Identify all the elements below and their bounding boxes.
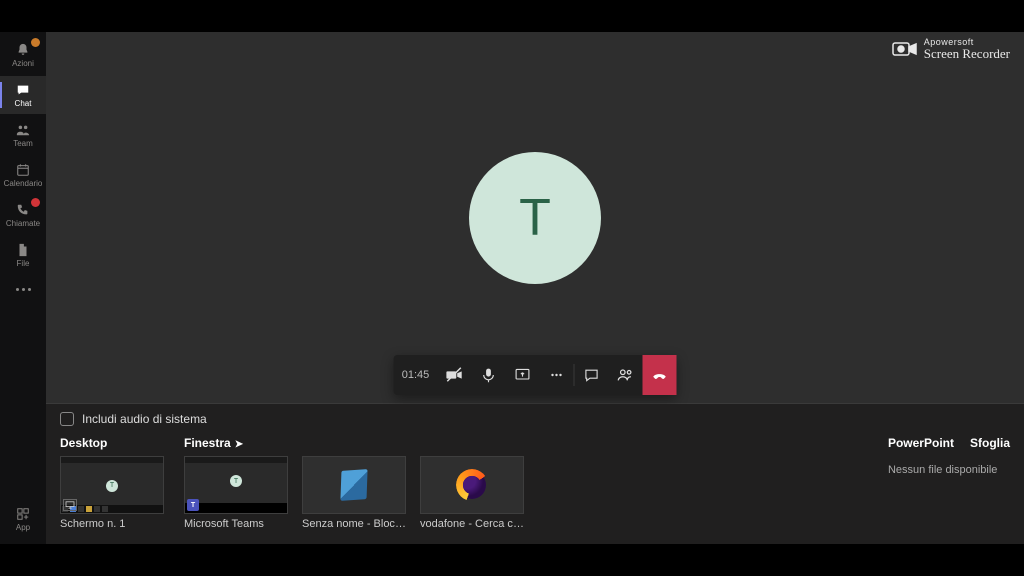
notification-badge — [31, 198, 40, 207]
checkbox-label: Includi audio di sistema — [82, 412, 207, 426]
avatar-initial: T — [519, 188, 551, 248]
nav-file[interactable]: File — [0, 236, 46, 274]
file-icon — [15, 242, 31, 258]
video-stage: T 01:45 — [46, 32, 1024, 404]
thumb-label: Microsoft Teams — [184, 518, 288, 530]
nav-app[interactable]: App — [0, 500, 46, 538]
nav-more[interactable] — [0, 276, 46, 303]
section-header-finestra: Finestra➤ — [184, 436, 524, 450]
finestra-section: Finestra➤ T T M — [184, 436, 524, 530]
thumb-label: Schermo n. 1 — [60, 518, 164, 530]
nav-chiamate[interactable]: Chiamate — [0, 196, 46, 234]
participants-button[interactable] — [609, 355, 643, 395]
chat-icon — [15, 82, 31, 98]
nav-label: Team — [13, 140, 33, 148]
teams-app: Azioni Chat Team Calendario Chiam — [0, 32, 1024, 544]
nav-calendario[interactable]: Calendario — [0, 156, 46, 194]
share-window-firefox[interactable]: vodafone - Cerca con Go… — [420, 456, 524, 530]
share-window-notepad[interactable]: Senza nome - Blocco not… — [302, 456, 406, 530]
phone-icon — [15, 202, 31, 218]
thumb-label: vodafone - Cerca con Go… — [420, 518, 524, 530]
nav-label: Calendario — [4, 180, 43, 188]
cursor-icon: ➤ — [235, 439, 243, 450]
include-system-audio-checkbox[interactable]: Includi audio di sistema — [60, 412, 1010, 426]
firefox-icon — [458, 471, 486, 499]
no-file-message: Nessun file disponibile — [888, 464, 1010, 476]
participant-avatar: T — [469, 152, 601, 284]
section-header-powerpoint: PowerPoint — [888, 436, 954, 450]
nav-label: Chat — [15, 100, 32, 108]
call-timer: 01:45 — [394, 355, 438, 395]
teams-icon: T — [187, 499, 199, 511]
chat-panel-button[interactable] — [575, 355, 609, 395]
nav-azioni[interactable]: Azioni — [0, 36, 46, 74]
desktop-section: Desktop T — [60, 436, 164, 530]
share-screen-button[interactable] — [506, 355, 540, 395]
checkbox-box — [60, 412, 74, 426]
apps-icon — [15, 506, 31, 522]
thumb-label: Senza nome - Blocco not… — [302, 518, 406, 530]
nav-chat[interactable]: Chat — [0, 76, 46, 114]
camera-toggle[interactable] — [438, 355, 472, 395]
notification-badge — [31, 38, 40, 47]
powerpoint-section: PowerPoint Sfoglia Nessun file disponibi… — [888, 436, 1010, 476]
nav-team[interactable]: Team — [0, 116, 46, 154]
left-rail: Azioni Chat Team Calendario Chiam — [0, 32, 46, 544]
monitor-icon — [63, 499, 77, 511]
browse-button[interactable]: Sfoglia — [970, 436, 1010, 450]
nav-label: Chiamate — [6, 220, 40, 228]
calendar-icon — [15, 162, 31, 178]
share-screen-1[interactable]: T Schermo n. 1 — [60, 456, 164, 530]
main-area: Apowersoft Screen Recorder T 01:45 — [46, 32, 1024, 544]
share-window-teams[interactable]: T T Microsoft Teams — [184, 456, 288, 530]
nav-label: File — [17, 260, 30, 268]
call-toolbar: 01:45 — [394, 355, 677, 395]
notepad-icon — [340, 469, 367, 501]
mic-toggle[interactable] — [472, 355, 506, 395]
share-tray: Includi audio di sistema Desktop T — [46, 404, 1024, 544]
bell-icon — [15, 42, 31, 58]
more-actions-button[interactable] — [540, 355, 574, 395]
nav-label: App — [16, 524, 30, 532]
team-icon — [15, 122, 31, 138]
section-header-desktop: Desktop — [60, 436, 164, 450]
hangup-button[interactable] — [643, 355, 677, 395]
nav-label: Azioni — [12, 60, 34, 68]
